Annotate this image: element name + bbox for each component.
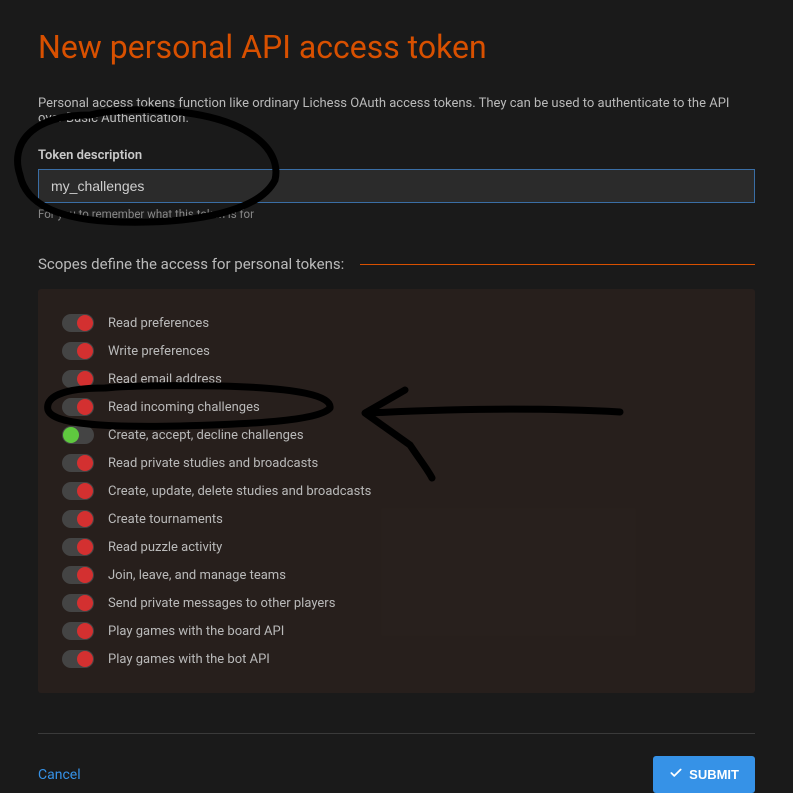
toggle-knob: [77, 623, 93, 639]
scope-row: Play games with the bot API: [62, 645, 731, 673]
toggle-knob: [77, 511, 93, 527]
footer: Cancel SUBMIT: [38, 733, 755, 793]
scopes-panel: Read preferences Write preferences Read em…: [38, 289, 755, 693]
token-description-hint: For you to remember what this token is f…: [38, 207, 755, 221]
toggle-knob: [77, 651, 93, 667]
scope-toggle[interactable]: [62, 622, 94, 640]
scope-toggle[interactable]: [62, 566, 94, 584]
scope-toggle[interactable]: [62, 482, 94, 500]
toggle-knob: [77, 315, 93, 331]
scope-row: Play games with the board API: [62, 617, 731, 645]
scope-row: Read preferences: [62, 309, 731, 337]
toggle-knob: [77, 595, 93, 611]
scope-toggle[interactable]: [62, 342, 94, 360]
scope-row: Read incoming challenges: [62, 393, 731, 421]
scope-toggle[interactable]: [62, 426, 94, 444]
submit-button-label: SUBMIT: [689, 767, 739, 782]
scope-row: Write preferences: [62, 337, 731, 365]
scope-toggle[interactable]: [62, 650, 94, 668]
toggle-knob: [77, 539, 93, 555]
scope-toggle[interactable]: [62, 510, 94, 528]
scope-toggle[interactable]: [62, 314, 94, 332]
scope-toggle[interactable]: [62, 370, 94, 388]
toggle-knob: [77, 567, 93, 583]
token-description-label: Token description: [38, 148, 755, 163]
scope-label: Join, leave, and manage teams: [108, 568, 286, 583]
page-title: New personal API access token: [38, 28, 755, 66]
scopes-header: Scopes define the access for personal to…: [38, 255, 755, 273]
scope-label: Play games with the board API: [108, 624, 284, 639]
scope-label: Play games with the bot API: [108, 652, 270, 667]
toggle-knob: [77, 399, 93, 415]
scope-label: Read puzzle activity: [108, 540, 222, 555]
toggle-knob: [77, 483, 93, 499]
scope-row: Read private studies and broadcasts: [62, 449, 731, 477]
scope-row: Create, accept, decline challenges: [62, 421, 731, 449]
scope-label: Send private messages to other players: [108, 596, 335, 611]
toggle-knob: [77, 371, 93, 387]
toggle-knob: [77, 455, 93, 471]
scope-label: Create tournaments: [108, 512, 223, 527]
divider: [360, 264, 755, 265]
toggle-knob: [63, 427, 79, 443]
page-description: Personal access tokens function like ord…: [38, 96, 755, 126]
scope-toggle[interactable]: [62, 454, 94, 472]
scope-toggle[interactable]: [62, 538, 94, 556]
scope-label: Create, update, delete studies and broad…: [108, 484, 371, 499]
scopes-header-text: Scopes define the access for personal to…: [38, 255, 344, 273]
scope-toggle[interactable]: [62, 398, 94, 416]
scope-label: Write preferences: [108, 344, 210, 359]
scope-label: Read incoming challenges: [108, 400, 260, 415]
scope-label: Create, accept, decline challenges: [108, 428, 304, 443]
scope-row: Create tournaments: [62, 505, 731, 533]
cancel-button[interactable]: Cancel: [38, 767, 81, 783]
scope-label: Read private studies and broadcasts: [108, 456, 318, 471]
check-icon: [669, 766, 683, 783]
scope-toggle[interactable]: [62, 594, 94, 612]
scope-label: Read email address: [108, 372, 222, 387]
scope-row: Read email address: [62, 365, 731, 393]
scope-label: Read preferences: [108, 316, 209, 331]
token-description-field: Token description For you to remember wh…: [38, 148, 755, 221]
submit-button[interactable]: SUBMIT: [653, 756, 755, 793]
scope-row: Join, leave, and manage teams: [62, 561, 731, 589]
token-description-input[interactable]: [38, 169, 755, 203]
scope-row: Read puzzle activity: [62, 533, 731, 561]
scope-row: Create, update, delete studies and broad…: [62, 477, 731, 505]
scope-row: Send private messages to other players: [62, 589, 731, 617]
toggle-knob: [77, 343, 93, 359]
